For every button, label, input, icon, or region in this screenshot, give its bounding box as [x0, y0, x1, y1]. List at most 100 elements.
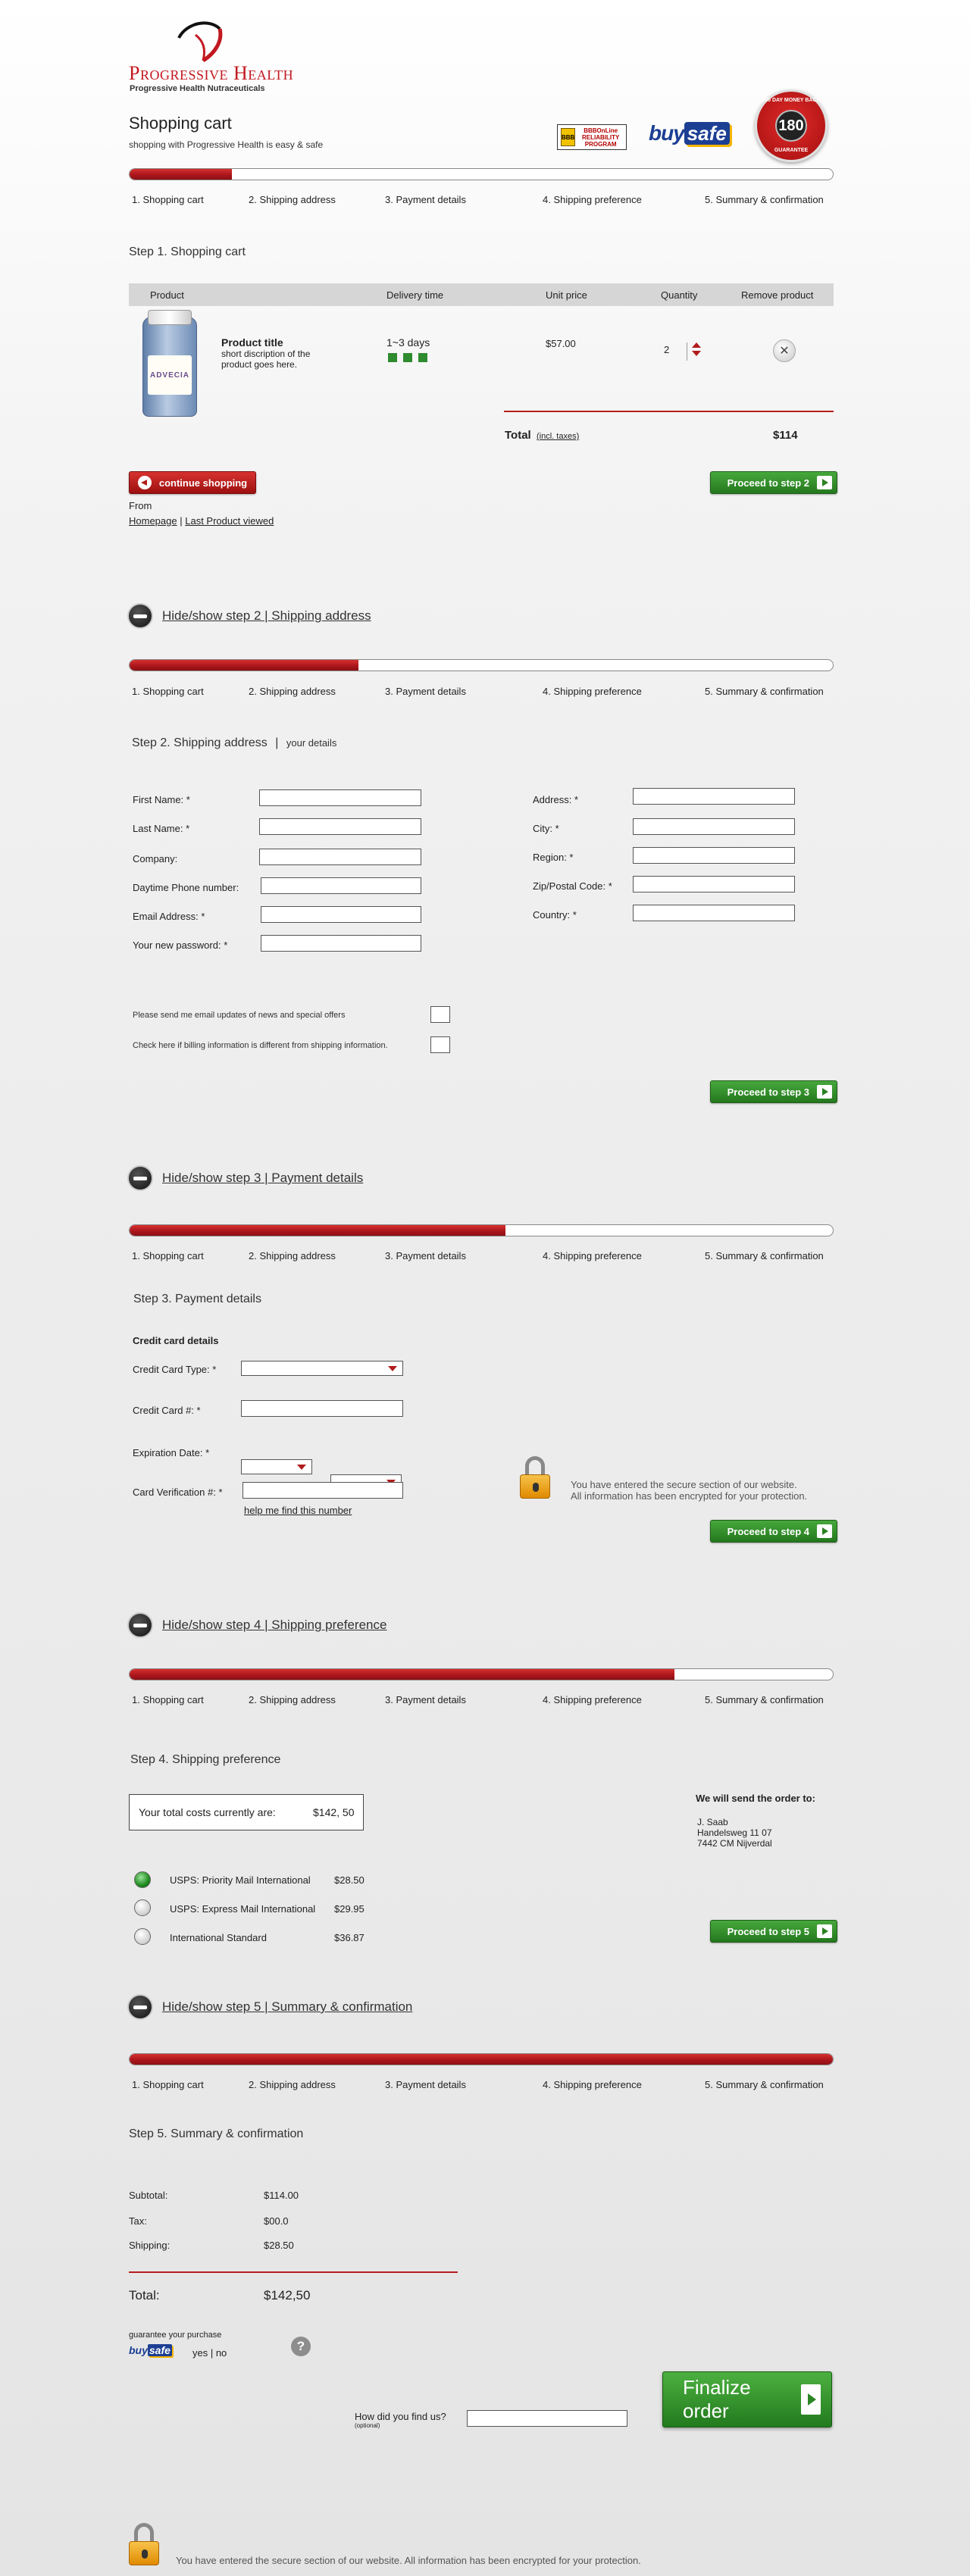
verification-field[interactable]: [242, 1482, 403, 1499]
toggle-step4[interactable]: Hide/show step 4 | Shipping preference: [127, 1612, 386, 1638]
from-link-separator: |: [180, 515, 183, 527]
newsletter-checkbox[interactable]: [430, 1006, 450, 1023]
step-label-4: 4. Shipping preference: [543, 686, 642, 697]
find-us-field[interactable]: [467, 2410, 627, 2427]
toggle-step5-label[interactable]: Hide/show step 5 | Summary & confirmatio…: [162, 1999, 412, 2015]
steps-row: 1. Shopping cart 2. Shipping address 3. …: [129, 686, 834, 699]
address-line: 7442 CM Nijverdal: [697, 1838, 772, 1849]
buysafe-logo-safe: safe: [684, 122, 730, 145]
padlock-shackle: [525, 1456, 545, 1474]
address-line: Handelsweg 11 07: [697, 1827, 772, 1838]
secure-notice-line2: All information has been encrypted for y…: [571, 1490, 808, 1502]
step-label-2: 2. Shipping address: [249, 1250, 336, 1261]
product-title[interactable]: Product title: [221, 336, 283, 349]
finalize-order-button[interactable]: Finalize order: [662, 2371, 832, 2428]
progress-bar-step3: [129, 1224, 834, 1236]
footer-secure-notice: You have entered the secure section of o…: [176, 2555, 641, 2566]
zip-field[interactable]: [633, 876, 795, 893]
shipping-option-radio-1[interactable]: [134, 1871, 151, 1888]
first-name-field[interactable]: [259, 789, 421, 806]
toggle-step4-label[interactable]: Hide/show step 4 | Shipping preference: [162, 1618, 386, 1633]
delivery-dot: [403, 353, 412, 362]
billing-checkbox[interactable]: [430, 1036, 450, 1053]
collapse-icon[interactable]: [127, 1994, 153, 2020]
expiration-month-select[interactable]: [241, 1459, 312, 1474]
help-icon[interactable]: ?: [291, 2337, 311, 2356]
quantity-value[interactable]: 2: [664, 344, 679, 359]
finalize-order-label: Finalize order: [683, 2376, 751, 2422]
col-unit-price: Unit price: [546, 289, 587, 301]
card-number-field[interactable]: [241, 1400, 403, 1417]
proceed-step4-button[interactable]: Proceed to step 4: [710, 1520, 837, 1543]
guarantee-number: 180: [775, 110, 807, 142]
phone-field[interactable]: [261, 877, 421, 894]
step-label-1: 1. Shopping cart: [132, 686, 204, 697]
unit-price: $57.00: [546, 338, 576, 349]
shipping-option-radio-2[interactable]: [134, 1899, 151, 1916]
password-field[interactable]: [261, 935, 421, 952]
toggle-step5[interactable]: Hide/show step 5 | Summary & confirmatio…: [127, 1994, 412, 2020]
padlock-shackle: [134, 2523, 154, 2541]
secure-notice-line1: You have entered the secure section of o…: [571, 1479, 797, 1490]
collapse-icon[interactable]: [127, 1165, 153, 1191]
shipping-option-label-1[interactable]: USPS: Priority Mail International: [170, 1874, 311, 1886]
proceed-step3-button[interactable]: Proceed to step 3: [710, 1080, 837, 1103]
newsletter-checkbox-label: Please send me email updates of news and…: [133, 1011, 346, 1020]
progress-bar-step4: [129, 1668, 834, 1680]
quantity-stepper[interactable]: [687, 342, 702, 361]
quantity-down-arrow-icon[interactable]: [692, 351, 701, 356]
billing-checkbox-label: Check here if billing information is dif…: [133, 1041, 388, 1050]
delivery-time: 1~3 days: [386, 336, 430, 349]
tax-label: Tax:: [129, 2215, 147, 2227]
proceed-step5-label: Proceed to step 5: [727, 1925, 809, 1937]
bbb-reliability-badge[interactable]: BBB BBBOnLine RELIABILITY PROGRAM: [557, 124, 627, 150]
steps-row: 1. Shopping cart 2. Shipping address 3. …: [129, 194, 834, 208]
page-title: Shopping cart: [129, 114, 232, 133]
proceed-step3-label: Proceed to step 3: [727, 1086, 809, 1098]
continue-shopping-button[interactable]: continue shopping: [129, 471, 256, 494]
toggle-step3[interactable]: Hide/show step 3 | Payment details: [127, 1165, 363, 1191]
toggle-step2[interactable]: Hide/show step 2 | Shipping address: [127, 603, 371, 629]
product-image[interactable]: ADVECIA: [142, 310, 197, 417]
last-product-link[interactable]: Last Product viewed: [185, 515, 274, 527]
region-field[interactable]: [633, 847, 795, 864]
current-total-value: $142, 50: [313, 1806, 355, 1818]
guarantee-yes-no[interactable]: yes | no: [192, 2347, 227, 2359]
buysafe-logo[interactable]: buy safe: [649, 121, 738, 148]
subtotal-label: Subtotal:: [129, 2190, 168, 2201]
proceed-step2-button[interactable]: Proceed to step 2: [710, 471, 837, 494]
col-product: Product: [150, 289, 184, 301]
shipping-option-radio-3[interactable]: [134, 1928, 151, 1945]
help-find-number-link[interactable]: help me find this number: [244, 1505, 352, 1516]
country-field[interactable]: [633, 905, 795, 921]
step-label-1: 1. Shopping cart: [132, 2079, 204, 2090]
collapse-icon[interactable]: [127, 603, 153, 629]
tax-value: $00.0: [264, 2215, 289, 2227]
toggle-step2-label[interactable]: Hide/show step 2 | Shipping address: [162, 608, 371, 624]
steps-row: 1. Shopping cart 2. Shipping address 3. …: [129, 1694, 834, 1708]
progress-bar-step1: [129, 168, 834, 180]
padlock-body: [520, 1474, 550, 1499]
company-field[interactable]: [259, 849, 421, 865]
email-field[interactable]: [261, 906, 421, 923]
guarantee-bottom-text: GUARANTEE: [774, 148, 809, 153]
last-name-field[interactable]: [259, 818, 421, 835]
total-value: $114: [773, 429, 798, 442]
col-remove: Remove product: [741, 289, 814, 301]
quantity-up-arrow-icon[interactable]: [692, 342, 701, 348]
shipping-option-label-3[interactable]: International Standard: [170, 1932, 267, 1943]
collapse-icon[interactable]: [127, 1612, 153, 1638]
homepage-link[interactable]: Homepage: [129, 515, 177, 527]
city-field[interactable]: [633, 818, 795, 835]
proceed-step5-button[interactable]: Proceed to step 5: [710, 1920, 837, 1943]
shipping-option-label-2[interactable]: USPS: Express Mail International: [170, 1903, 315, 1915]
address-field[interactable]: [633, 788, 795, 805]
toggle-step3-label[interactable]: Hide/show step 3 | Payment details: [162, 1171, 363, 1186]
progress-bar-step5: [129, 2053, 834, 2065]
grand-total-value: $142,50: [264, 2288, 311, 2302]
brand-name[interactable]: Progressive Health: [129, 62, 293, 85]
remove-product-button[interactable]: ✕: [773, 339, 796, 362]
card-type-select[interactable]: [241, 1361, 403, 1376]
city-label: City: *: [533, 823, 559, 834]
grand-total-label: Total:: [129, 2288, 160, 2302]
